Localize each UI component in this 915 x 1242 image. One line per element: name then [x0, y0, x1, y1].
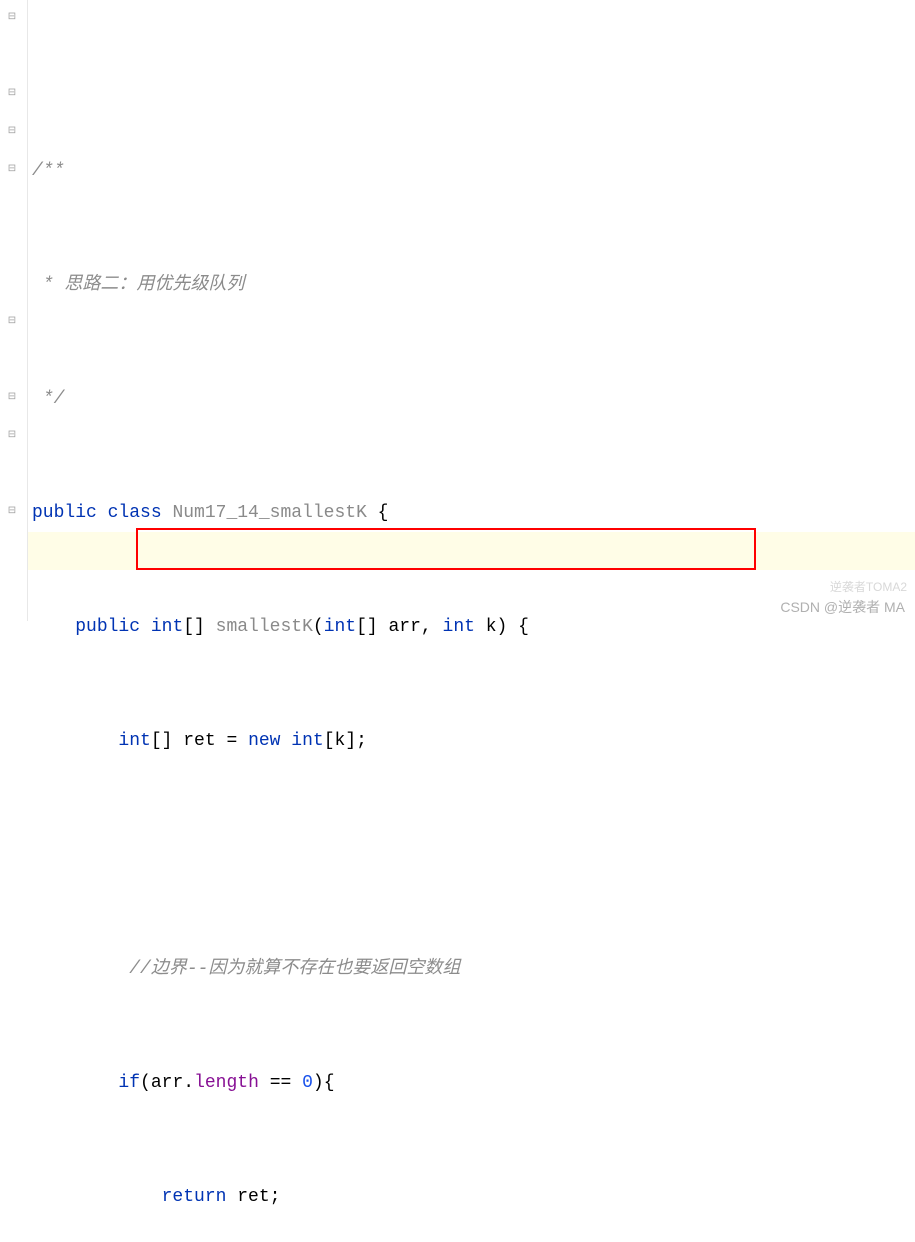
- fold-icon[interactable]: ⊟: [4, 427, 20, 443]
- comment-text: * 思路二：用优先级队列: [32, 266, 244, 304]
- code-area[interactable]: /** * 思路二：用优先级队列 */ public class Num17_1…: [28, 0, 915, 621]
- method-name: smallestK: [216, 608, 313, 646]
- field: length: [194, 1064, 270, 1102]
- code-line: //边界--因为就算不存在也要返回空数组: [32, 950, 915, 988]
- comment-text: /**: [32, 152, 64, 190]
- classname: Num17_14_smallestK: [172, 494, 377, 532]
- code-editor: ⊟ ⊟ ⊟ ⊟ ⊟ ⊟ ⊟ ⊟ /** * 思路二：用优先级队列 */ publ…: [0, 0, 915, 621]
- fold-icon[interactable]: ⊟: [4, 161, 20, 177]
- highlight-box: [136, 528, 756, 570]
- keyword: public: [75, 608, 151, 646]
- fold-icon[interactable]: ⊟: [4, 389, 20, 405]
- fold-icon[interactable]: ⊟: [4, 313, 20, 329]
- keyword: int: [151, 608, 183, 646]
- highlight-line: [28, 532, 915, 570]
- gutter: ⊟ ⊟ ⊟ ⊟ ⊟ ⊟ ⊟ ⊟: [0, 0, 28, 621]
- code-line: return ret;: [32, 1178, 915, 1216]
- watermark: 逆袭者TOMA2: [830, 578, 907, 595]
- fold-icon[interactable]: ⊟: [4, 85, 20, 101]
- code-line: /**: [32, 152, 915, 190]
- code-line: public class Num17_14_smallestK {: [32, 494, 915, 532]
- watermark: CSDN @逆袭者 MA: [780, 597, 905, 617]
- comment-text: */: [32, 380, 64, 418]
- fold-icon[interactable]: ⊟: [4, 503, 20, 519]
- fold-icon[interactable]: ⊟: [4, 9, 20, 25]
- code-line: */: [32, 380, 915, 418]
- brace: {: [378, 494, 389, 532]
- code-line: [32, 836, 915, 874]
- fold-icon[interactable]: ⊟: [4, 123, 20, 139]
- comment-text: //边界--因为就算不存在也要返回空数组: [129, 950, 460, 988]
- code-line: * 思路二：用优先级队列: [32, 266, 915, 304]
- code-line: if(arr.length == 0){: [32, 1064, 915, 1102]
- number: 0: [302, 1064, 313, 1102]
- keyword: public: [32, 494, 108, 532]
- keyword: class: [108, 494, 173, 532]
- code-line: int[] ret = new int[k];: [32, 722, 915, 760]
